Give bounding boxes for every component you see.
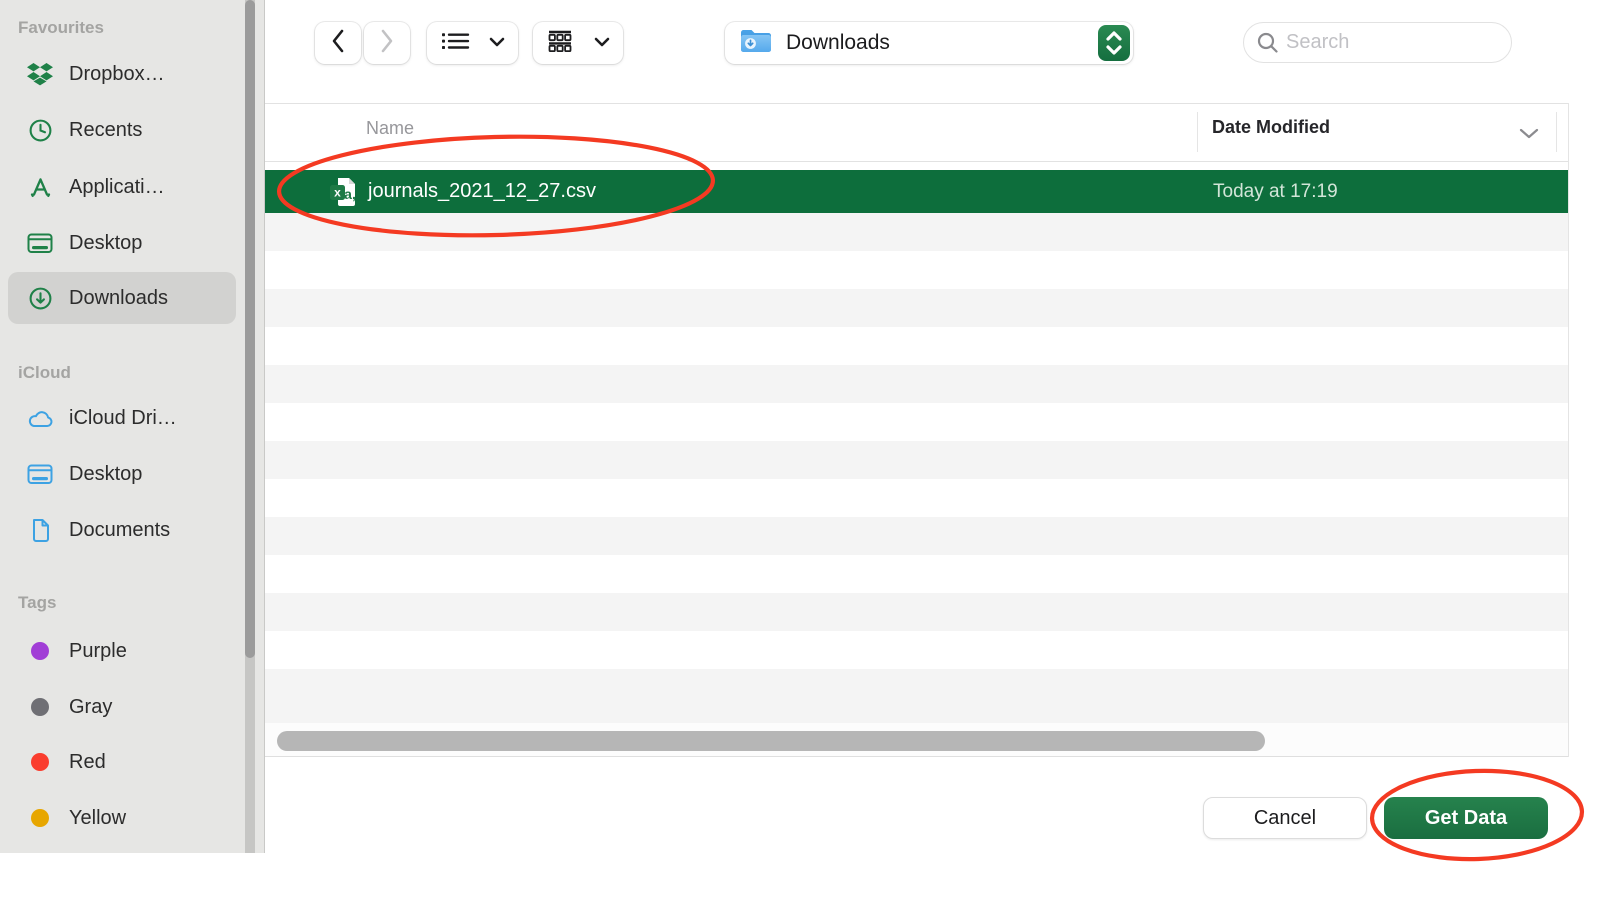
column-header-name[interactable]: Name <box>366 118 414 139</box>
section-title-icloud: iCloud <box>18 359 71 387</box>
sidebar-item-documents[interactable]: Documents <box>8 504 236 556</box>
gray-tag-icon <box>26 693 54 721</box>
sidebar-item-dropbox[interactable]: Dropbox… <box>8 48 236 100</box>
sidebar-scrollbar-thumb[interactable] <box>245 0 255 658</box>
chevron-down-icon <box>489 34 505 52</box>
sidebar-item-label: Documents <box>69 519 170 542</box>
list-view-button[interactable] <box>427 22 518 64</box>
header-bottom-border <box>265 161 1568 162</box>
get-data-button-label: Get Data <box>1425 807 1507 830</box>
location-label: Downloads <box>786 31 890 55</box>
empty-file-rows <box>265 213 1568 723</box>
sidebar-item-tag-red[interactable]: Red <box>8 736 236 788</box>
sidebar-item-recents[interactable]: Recents <box>8 104 236 156</box>
sort-chevron-down-icon[interactable] <box>1518 127 1540 145</box>
column-header-date-modified[interactable]: Date Modified <box>1212 117 1330 138</box>
excel-csv-file-icon: a,x <box>328 176 358 213</box>
sidebar-item-tag-gray[interactable]: Gray <box>8 681 236 733</box>
file-open-dialog: Favourites Dropbox… Recents Applicati… D… <box>0 0 1624 902</box>
sidebar-item-icloud-desktop[interactable]: Desktop <box>8 448 236 500</box>
group-view-icon <box>546 30 574 57</box>
svg-text:a,: a, <box>344 186 356 202</box>
header-top-border <box>265 103 1568 104</box>
sidebar-item-icloud-drive[interactable]: iCloud Dri… <box>8 392 236 444</box>
sidebar-item-label: Red <box>69 751 106 774</box>
list-view-icon <box>440 30 470 57</box>
svg-text:x: x <box>334 186 341 200</box>
empty-file-row-partial <box>265 707 1568 723</box>
column-divider <box>1197 112 1198 152</box>
dropbox-icon <box>26 60 54 88</box>
sidebar-item-label: Purple <box>69 640 127 663</box>
cancel-button[interactable]: Cancel <box>1203 797 1367 839</box>
sidebar-item-label: Recents <box>69 119 142 142</box>
sidebar-item-label: Desktop <box>69 463 142 486</box>
sidebar-item-label: Dropbox… <box>69 63 165 86</box>
list-pane-right-border <box>1568 103 1569 757</box>
sidebar-item-tag-yellow[interactable]: Yellow <box>8 792 236 844</box>
sidebar-item-label: iCloud Dri… <box>69 407 177 430</box>
cloud-icon <box>26 404 54 432</box>
horizontal-scrollbar-thumb[interactable] <box>277 731 1265 751</box>
group-view-button[interactable] <box>533 22 623 64</box>
section-title-favourites: Favourites <box>18 14 104 42</box>
column-divider <box>1556 112 1557 152</box>
section-title-tags: Tags <box>18 589 56 617</box>
desktop-icon <box>26 229 54 257</box>
sidebar-item-label: Desktop <box>69 232 142 255</box>
search-field <box>1243 22 1512 63</box>
location-stepper[interactable] <box>1098 25 1130 61</box>
download-circle-icon <box>26 284 54 312</box>
desktop-icon <box>26 460 54 488</box>
cancel-button-label: Cancel <box>1254 807 1316 830</box>
forward-button[interactable] <box>364 22 410 64</box>
sidebar: Favourites Dropbox… Recents Applicati… D… <box>0 0 265 853</box>
get-data-button[interactable]: Get Data <box>1384 797 1548 839</box>
back-button[interactable] <box>315 22 361 64</box>
file-name: journals_2021_12_27.csv <box>368 170 596 213</box>
yellow-tag-icon <box>26 804 54 832</box>
sidebar-item-label: Downloads <box>69 287 168 310</box>
chevron-down-icon <box>594 34 610 52</box>
sidebar-item-desktop[interactable]: Desktop <box>8 217 236 269</box>
document-icon <box>26 516 54 544</box>
sidebar-item-label: Yellow <box>69 807 126 830</box>
chevron-left-icon <box>330 28 346 59</box>
red-tag-icon <box>26 748 54 776</box>
sidebar-item-downloads[interactable]: Downloads <box>8 272 236 324</box>
clock-icon <box>26 116 54 144</box>
appstore-icon <box>26 173 54 201</box>
chevron-right-icon <box>379 28 395 59</box>
location-dropdown[interactable]: Downloads <box>725 22 1133 64</box>
search-input[interactable] <box>1243 22 1512 63</box>
sidebar-item-applications[interactable]: Applicati… <box>8 161 236 213</box>
purple-tag-icon <box>26 637 54 665</box>
downloads-folder-icon <box>739 27 773 60</box>
file-date-modified: Today at 17:19 <box>1213 170 1338 213</box>
sidebar-item-tag-purple[interactable]: Purple <box>8 625 236 677</box>
horizontal-scrollbar-track[interactable] <box>265 723 1568 757</box>
sidebar-item-label: Gray <box>69 696 112 719</box>
file-row-selected[interactable]: a,x journals_2021_12_27.csv Today at 17:… <box>265 170 1568 213</box>
sidebar-item-label: Applicati… <box>69 176 165 199</box>
